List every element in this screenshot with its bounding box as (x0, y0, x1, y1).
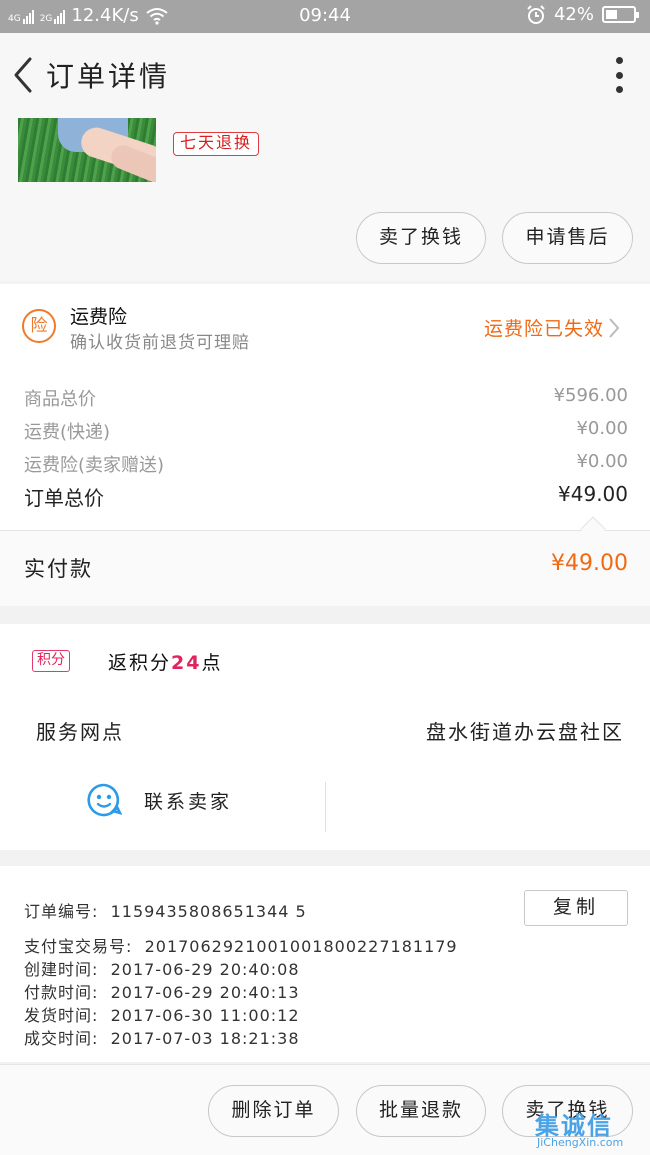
order-info-section: 订单编号: 1159435808651344 5 复制 支付宝交易号: 2017… (0, 866, 650, 1062)
price-section: 险 运费险 确认收货前退货可理赔 运费险已失效 商品总价 ¥596.00 运费(… (0, 284, 650, 606)
points-count: 24 (171, 652, 202, 674)
alipay-trade-number: 支付宝交易号: 2017062921001001800227181179 (24, 933, 458, 957)
points-prefix: 返积分 (108, 652, 172, 674)
detail-label: 支付宝交易号: (24, 937, 133, 956)
price-row-label: 商品总价 (24, 389, 96, 410)
price-row-value: ¥0.00 (576, 451, 628, 472)
service-point-value: 盘水街道办云盘社区 (426, 720, 624, 744)
battery-icon (602, 6, 639, 23)
detail-value: 2017-06-30 11:00:12 (110, 1006, 300, 1025)
divider (325, 782, 326, 832)
alarm-icon (527, 4, 545, 24)
price-row-value: ¥596.00 (553, 385, 628, 406)
insurance-status-link[interactable]: 运费险已失效 (484, 314, 604, 341)
order-number: 订单编号: 1159435808651344 5 (24, 898, 307, 922)
apply-aftersale-button[interactable]: 申请售后 (502, 212, 633, 264)
paid-label: 实付款 (24, 557, 93, 581)
sell-for-cash-button[interactable]: 卖了换钱 (356, 212, 486, 264)
order-total-label: 订单总价 (24, 486, 104, 510)
detail-label: 付款时间: (24, 983, 99, 1002)
paid-row: 实付款 ¥49.00 (0, 531, 650, 606)
copy-button[interactable]: 复制 (524, 890, 628, 926)
status-bar: 4G 2G 12.4K/s 09:44 42% (0, 0, 650, 33)
price-row-label: 运费险(卖家赠送) (24, 455, 165, 476)
shipped-time: 发货时间: 2017-06-30 11:00:12 (24, 1002, 300, 1026)
points-text: 返积分24点 (108, 648, 222, 675)
price-row-goods: 商品总价 ¥596.00 (24, 385, 628, 411)
chevron-right-icon[interactable] (608, 317, 620, 339)
points-suffix: 点 (201, 652, 223, 674)
price-row-value: ¥0.00 (576, 418, 628, 439)
product-section: 七天退换 卖了换钱 申请售后 (0, 115, 650, 281)
more-icon[interactable] (614, 57, 624, 93)
delete-order-button[interactable]: 删除订单 (208, 1085, 339, 1137)
insurance-name: 运费险 (70, 306, 128, 328)
paid-value: ¥49.00 (551, 551, 628, 576)
detail-value: 2017062921001001800227181179 (144, 937, 458, 956)
contact-seller-label: 联系卖家 (144, 790, 233, 813)
price-row-label: 运费(快递) (24, 422, 111, 443)
back-icon[interactable] (10, 55, 40, 95)
completed-time: 成交时间: 2017-07-03 18:21:38 (24, 1025, 300, 1049)
order-number-label: 订单编号: (24, 902, 99, 921)
detail-label: 创建时间: (24, 960, 99, 979)
battery-percent: 42% (553, 4, 594, 25)
watermark: 集诚信 JiChengXin.com (535, 1106, 645, 1152)
points-badge: 积分 (32, 650, 70, 672)
detail-value: 2017-06-29 20:40:08 (110, 960, 300, 979)
page-title: 订单详情 (46, 60, 171, 93)
paid-time: 付款时间: 2017-06-29 20:40:13 (24, 979, 300, 1003)
detail-label: 发货时间: (24, 1006, 99, 1025)
insurance-icon: 险 (22, 309, 56, 343)
nav-bar: 订单详情 (0, 33, 650, 115)
detail-label: 成交时间: (24, 1029, 99, 1048)
watermark-site: JiChengXin.com (537, 1136, 624, 1149)
detail-value: 2017-06-29 20:40:13 (110, 983, 300, 1002)
product-thumbnail[interactable] (18, 118, 156, 182)
price-row-shipping: 运费(快递) ¥0.00 (24, 418, 628, 444)
contact-seller-button[interactable]: 联系卖家 (86, 782, 232, 818)
order-number-value: 1159435808651344 5 (110, 902, 307, 921)
service-point-label: 服务网点 (36, 720, 124, 744)
chat-bubble-icon (87, 783, 122, 817)
points-section: 积分 返积分24点 服务网点 盘水街道办云盘社区 联系卖家 (0, 624, 650, 850)
batch-refund-button[interactable]: 批量退款 (356, 1085, 486, 1137)
status-right: 42% (526, 4, 639, 25)
battery-fill (606, 10, 617, 19)
insurance-desc: 确认收货前退货可理赔 (70, 333, 250, 353)
order-total-value: ¥49.00 (558, 482, 628, 506)
detail-value: 2017-07-03 18:21:38 (110, 1029, 300, 1048)
price-row-insurance: 运费险(卖家赠送) ¥0.00 (24, 451, 628, 477)
seven-day-return-tag: 七天退换 (173, 132, 260, 156)
order-total-row: 订单总价 ¥49.00 (24, 482, 628, 511)
created-time: 创建时间: 2017-06-29 20:40:08 (24, 956, 300, 980)
